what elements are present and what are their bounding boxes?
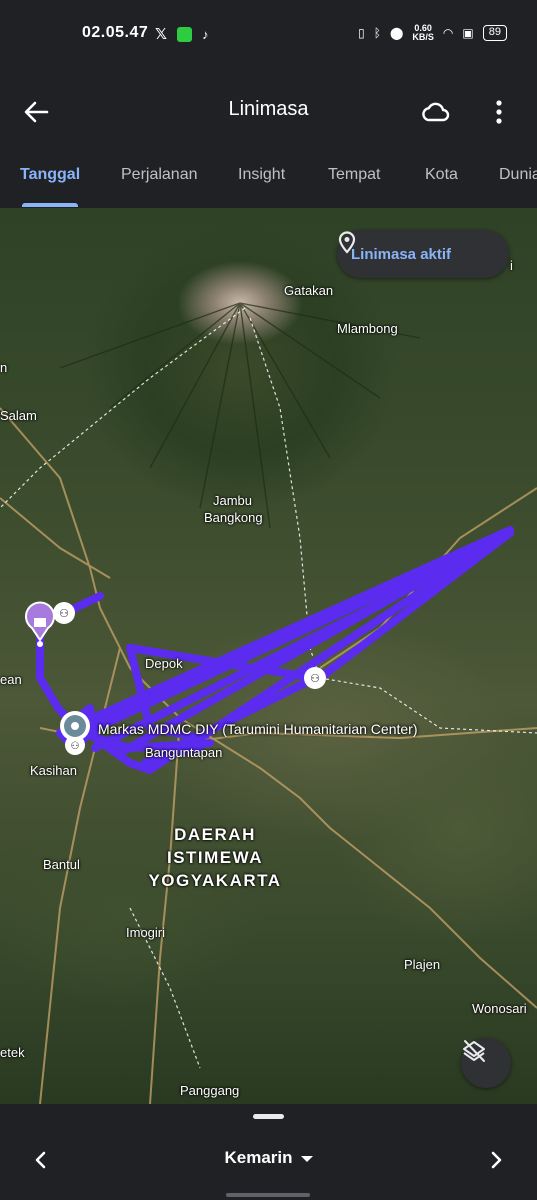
status-bar: 02.05.47 𝕏 ♪ ▯ ᛒ ⬤ 0.60 KB/S ◠ ▣ 89	[0, 0, 537, 68]
map-view[interactable]: ⚇ ⚇ ⚇ Linimasa aktif Gatakan Mlambong Ja…	[0, 208, 537, 1104]
status-time: 02.05.47	[82, 24, 149, 41]
motorcycle-marker-1[interactable]: ⚇	[53, 602, 75, 624]
label-edge-etek: etek	[0, 1045, 25, 1060]
region-label: DAERAH ISTIMEWA YOGYAKARTA	[148, 825, 282, 890]
tab-insight[interactable]: Insight	[238, 166, 285, 184]
timeline-active-chip[interactable]: Linimasa aktif	[337, 230, 509, 278]
label-kasihan: Kasihan	[30, 763, 77, 778]
notification-icons: 𝕏 ♪	[155, 25, 209, 43]
backup-button[interactable]	[419, 96, 451, 128]
location-icon: ⬤	[389, 26, 404, 40]
drag-handle[interactable]	[253, 1114, 284, 1119]
tab-dunia[interactable]: Dunia	[499, 166, 537, 184]
more-options-button[interactable]	[483, 96, 515, 128]
tab-tempat[interactable]: Tempat	[328, 166, 380, 184]
label-panggang: Panggang	[180, 1083, 240, 1098]
label-edge-i: i	[510, 258, 513, 273]
label-edge-ean: ean	[0, 672, 22, 687]
location-pin-icon	[338, 231, 356, 254]
tab-bar: Tanggal Perjalanan Insight Tempat Kota D…	[0, 156, 537, 208]
x-app-icon: 𝕏	[155, 26, 168, 43]
motorcycle-marker-2[interactable]: ⚇	[304, 667, 326, 689]
label-jambu: Jambu	[213, 493, 253, 508]
label-depok: Depok	[145, 656, 183, 671]
tiktok-icon: ♪	[202, 26, 209, 42]
label-bantul: Bantul	[43, 857, 80, 872]
map-overlay: ⚇ ⚇ ⚇	[0, 302, 537, 1104]
tab-kota[interactable]: Kota	[425, 166, 458, 184]
label-gatakan: Gatakan	[284, 283, 334, 298]
system-icons: ▯ ᛒ ⬤ 0.60 KB/S ◠ ▣ 89	[358, 24, 507, 42]
bluetooth-icon: ᛒ	[373, 26, 381, 40]
gesture-navigation-bar[interactable]	[226, 1193, 310, 1197]
label-wonosari: Wonosari	[472, 1001, 527, 1016]
label-bangkong: Bangkong	[204, 510, 263, 525]
sim-off-icon: ▣	[462, 26, 474, 40]
active-tab-indicator	[22, 203, 78, 207]
svg-text:⚇: ⚇	[59, 607, 69, 620]
tab-tanggal[interactable]: Tanggal	[20, 166, 80, 184]
markas-label[interactable]: Markas MDMC DIY (Tarumini Humanitarian C…	[98, 721, 417, 737]
date-selector[interactable]: Kemarin	[0, 1148, 537, 1168]
label-plajen: Plajen	[404, 957, 441, 972]
label-banguntapan: Banguntapan	[145, 745, 223, 760]
label-mlambong: Mlambong	[337, 321, 398, 336]
next-day-button[interactable]	[481, 1144, 513, 1176]
layers-off-icon	[463, 1040, 485, 1062]
place-pin-purple[interactable]	[25, 601, 55, 647]
battery-indicator: 89	[482, 25, 507, 41]
network-speed: 0.60 KB/S	[412, 23, 434, 42]
label-salam: Salam	[0, 408, 37, 423]
svg-text:⚇: ⚇	[71, 741, 80, 752]
page-title: Linimasa	[228, 98, 309, 120]
wifi-icon: ◠	[442, 26, 454, 40]
cloud-icon	[422, 102, 450, 122]
dropdown-arrow-icon	[300, 1155, 313, 1162]
chevron-right-icon	[491, 1151, 502, 1169]
vibrate-icon: ▯	[358, 26, 365, 40]
tab-perjalanan[interactable]: Perjalanan	[121, 166, 198, 184]
svg-text:⚇: ⚇	[310, 672, 320, 685]
bottom-sheet: Kemarin	[0, 1104, 537, 1200]
date-label: Kemarin	[224, 1148, 293, 1167]
timeline-active-label: Linimasa aktif	[351, 245, 452, 263]
label-edge-n: n	[0, 360, 8, 375]
app-notification-icon	[177, 26, 193, 42]
more-vert-icon	[496, 100, 502, 124]
markas-location-pin[interactable]	[60, 711, 90, 741]
top-app-bar: Linimasa	[0, 68, 537, 156]
layers-button[interactable]	[461, 1038, 511, 1088]
label-imogiri: Imogiri	[126, 925, 166, 940]
